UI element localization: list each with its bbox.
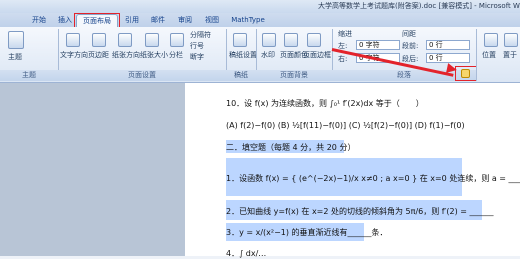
spacing-label: 间距: [402, 30, 416, 38]
breaks-button[interactable]: 分隔符: [190, 30, 211, 40]
columns-button[interactable]: 分栏: [169, 50, 183, 60]
tab-home[interactable]: 开始: [26, 14, 52, 27]
line-numbers-button[interactable]: 行号: [190, 41, 204, 51]
question-10: 10．设 f(x) 为连续函数，则 ∫₀¹ f′(2x)dx 等于（ ）: [226, 99, 424, 108]
hyphenation-button[interactable]: 断字: [190, 52, 204, 62]
indent-label: 缩进: [338, 30, 352, 38]
fill-question-2: 2．已知曲线 y=f(x) 在 x=2 处的切线的倾斜角为 5π/6，则 f′(…: [226, 207, 494, 216]
tab-review[interactable]: 审阅: [172, 14, 198, 27]
separator: [476, 29, 477, 81]
page-border-icon[interactable]: [307, 33, 321, 47]
size-icon[interactable]: [145, 33, 159, 47]
tab-insert[interactable]: 插入: [54, 14, 76, 27]
fill-question-1: 1．设函数 f(x) = { (e^(−2x)−1)/x x≠0 ; a x=0…: [226, 174, 520, 183]
fill-question-3: 3．y = x/(x²−1) 的垂直渐近线有______条．: [226, 228, 388, 237]
tab-mailings[interactable]: 邮件: [146, 14, 170, 27]
tab-references[interactable]: 引用: [120, 14, 144, 27]
margins-button[interactable]: 页边距: [88, 50, 109, 60]
text-direction-icon[interactable]: [66, 33, 80, 47]
indent-right-label: 右:: [338, 55, 348, 63]
page-setup-group-label: 页面设置: [58, 70, 226, 81]
question-10-options: (A) f(2)−f(0) (B) ½[f(11)−f(0)] (C) ½[f(…: [226, 121, 465, 130]
paper-group-label: 稿纸: [226, 70, 256, 81]
highlight-page-layout-tab: [74, 13, 120, 28]
title-bar: 大学高等数学上考试题库(附答案).doc [兼容模式] - Microsoft …: [0, 0, 520, 13]
text-direction-button[interactable]: 文字方向: [60, 50, 88, 60]
page-background-group-label: 页面背景: [256, 70, 332, 81]
position-icon[interactable]: [484, 33, 498, 47]
window-title: 大学高等数学上考试题库(附答案).doc [兼容模式] - Microsoft …: [318, 2, 520, 10]
orientation-button[interactable]: 纸张方向: [112, 50, 140, 60]
section-2-heading: 二．填空题（每题 4 分，共 20 分）: [226, 143, 356, 152]
annotation-arrowhead: [446, 63, 458, 75]
theme-icon[interactable]: [8, 31, 24, 49]
spacing-before-input[interactable]: 0 行: [426, 40, 470, 50]
paper-setup-icon[interactable]: [233, 33, 247, 47]
spacing-after-input[interactable]: 0 行: [426, 53, 470, 63]
orientation-icon[interactable]: [118, 33, 132, 47]
position-button[interactable]: 位置: [482, 50, 496, 60]
paper-setup-button[interactable]: 稿纸设置: [229, 50, 257, 60]
spacing-before-label: 段前:: [402, 42, 419, 50]
page-border-button[interactable]: 页面边框: [303, 50, 331, 60]
tab-view[interactable]: 视图: [200, 14, 224, 27]
fill-question-4: 4．∫ dx/…: [226, 249, 267, 258]
tab-mathtype[interactable]: MathType: [228, 14, 268, 27]
columns-icon[interactable]: [170, 33, 184, 47]
highlight-paragraph-launcher: [455, 66, 477, 81]
bring-front-icon[interactable]: [504, 33, 518, 47]
theme-button[interactable]: 主题: [8, 52, 22, 62]
page-color-icon[interactable]: [284, 33, 298, 47]
watermark-icon[interactable]: [262, 33, 276, 47]
size-button[interactable]: 纸张大小: [140, 50, 168, 60]
bring-front-button[interactable]: 置于: [503, 50, 517, 60]
theme-group-label: 主题: [0, 70, 58, 81]
indent-left-input[interactable]: 0 字符: [356, 40, 400, 50]
margins-icon[interactable]: [92, 33, 106, 47]
watermark-button[interactable]: 水印: [261, 50, 275, 60]
